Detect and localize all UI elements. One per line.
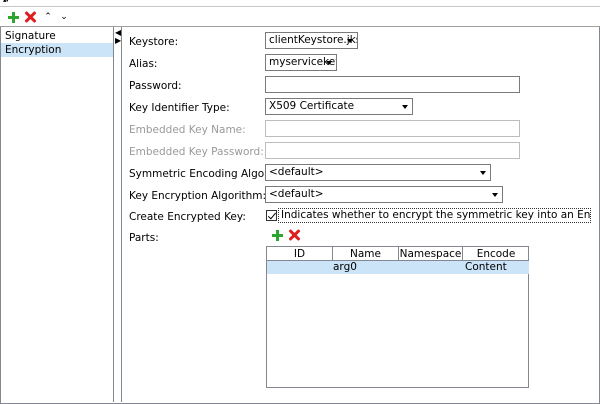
- key-identifier-type-value: X509 Certificate: [269, 100, 355, 112]
- chevron-down-icon: [480, 171, 486, 175]
- expand-right-icon[interactable]: ▶: [115, 37, 121, 45]
- column-header-id[interactable]: ID: [267, 247, 333, 261]
- password-field[interactable]: [265, 76, 520, 93]
- embedded-key-password-field[interactable]: [265, 142, 520, 159]
- cell-name: arg0: [333, 261, 357, 273]
- column-header-name[interactable]: Name: [333, 247, 399, 261]
- encryption-form: Keystore: clientKeystore.jks Alias: myse…: [123, 27, 599, 402]
- key-identifier-type-select[interactable]: X509 Certificate: [265, 98, 413, 115]
- list-item-label: Signature: [5, 30, 56, 42]
- list-item-signature[interactable]: Signature: [1, 29, 113, 43]
- panel-splitter[interactable]: ◀ ▶: [114, 27, 122, 402]
- key-identifier-type-label: Key Identifier Type:: [129, 102, 230, 114]
- chevron-down-icon: [347, 39, 353, 43]
- symmetric-encoding-algorithm-select[interactable]: <default>: [265, 164, 491, 181]
- move-down-button[interactable]: ⌄: [57, 10, 71, 24]
- plus-icon: [271, 229, 283, 241]
- table-header: ID Name Namespace Encode: [267, 247, 529, 261]
- move-up-button[interactable]: ⌃: [41, 10, 55, 24]
- remove-part-button[interactable]: [287, 228, 301, 242]
- parts-table[interactable]: ID Name Namespace Encode arg0 Content: [266, 246, 529, 388]
- remove-button[interactable]: [23, 10, 37, 24]
- column-header-namespace[interactable]: Namespace: [399, 247, 463, 261]
- chevron-down-icon: ⌄: [60, 11, 68, 22]
- plus-icon: [7, 11, 19, 23]
- alias-label: Alias:: [129, 58, 158, 70]
- collapse-arrows-icon[interactable]: ▴▾: [3, 0, 9, 4]
- keystore-label: Keystore:: [129, 36, 179, 48]
- list-item-label: Encryption: [5, 44, 62, 56]
- remove-icon: [288, 229, 300, 241]
- add-button[interactable]: [6, 10, 20, 24]
- create-encrypted-key-description: Indicates whether to encrypt the symmetr…: [278, 208, 591, 223]
- embedded-key-password-label: Embedded Key Password:: [129, 146, 264, 158]
- remove-icon: [24, 11, 36, 23]
- table-row[interactable]: arg0 Content: [267, 261, 529, 274]
- key-encryption-algorithm-value: <default>: [269, 188, 324, 200]
- list-item-encryption[interactable]: Encryption: [1, 43, 113, 57]
- key-encryption-algorithm-select[interactable]: <default>: [265, 186, 503, 203]
- password-label: Password:: [129, 80, 182, 92]
- key-encryption-algorithm-label: Key Encryption Algorithm:: [129, 190, 267, 202]
- add-part-button[interactable]: [270, 228, 284, 242]
- create-encrypted-key-label: Create Encrypted Key:: [129, 211, 246, 223]
- symmetric-encoding-algorithm-value: <default>: [269, 166, 324, 178]
- parts-label: Parts:: [129, 232, 159, 244]
- cell-encode: Content: [465, 261, 507, 273]
- create-encrypted-key-checkbox[interactable]: [266, 210, 277, 221]
- keystore-value: clientKeystore.jks: [269, 34, 358, 46]
- policy-list: Signature Encryption: [1, 27, 114, 402]
- alias-select[interactable]: myservicekey: [265, 54, 337, 71]
- create-encrypted-key-description-text: Indicates whether to encrypt the symmetr…: [281, 209, 591, 221]
- chevron-down-icon: [402, 105, 408, 109]
- embedded-key-name-label: Embedded Key Name:: [129, 124, 246, 136]
- keystore-select[interactable]: clientKeystore.jks: [265, 32, 358, 49]
- top-divider: [0, 6, 600, 7]
- chevron-down-icon: [326, 61, 332, 65]
- toolbar: ⌃ ⌄: [0, 8, 600, 26]
- chevron-down-icon: [492, 193, 498, 197]
- chevron-up-icon: ⌃: [44, 11, 52, 22]
- column-header-encode[interactable]: Encode: [463, 247, 529, 261]
- embedded-key-name-field[interactable]: [265, 120, 520, 137]
